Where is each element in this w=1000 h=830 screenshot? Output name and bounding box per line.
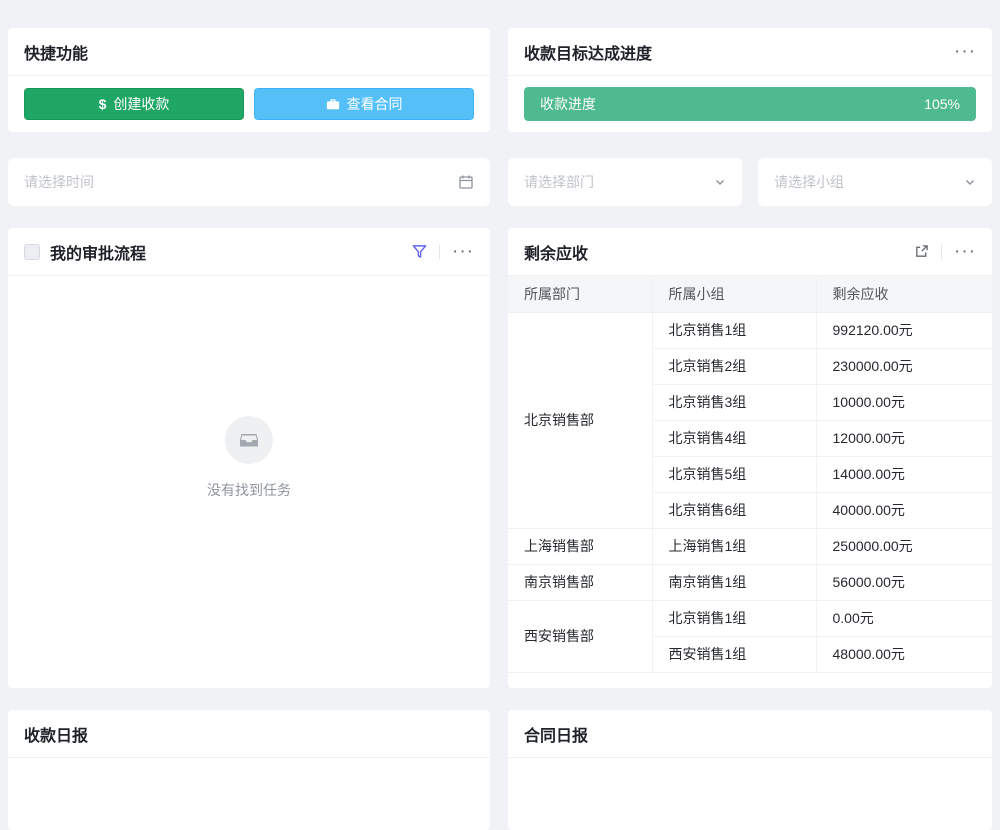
view-contract-label: 查看合同 (347, 94, 403, 114)
progress-bar-fill: 收款进度 105% (524, 87, 976, 121)
contract-daily-header: 合同日报 (508, 710, 992, 758)
quick-actions-body: $ 创建收款 查看合同 (8, 76, 490, 132)
department-cell: 上海销售部 (508, 528, 652, 564)
receivables-more-icon[interactable]: ··· (954, 242, 976, 261)
group-cell: 北京销售1组 (652, 312, 816, 348)
chevron-down-icon (714, 176, 726, 188)
header-department: 所属部门 (508, 276, 652, 312)
quick-actions-header: 快捷功能 (8, 28, 490, 76)
group-cell: 北京销售3组 (652, 384, 816, 420)
payment-daily-header: 收款日报 (8, 710, 490, 758)
receivables-title: 剩余应收 (524, 240, 588, 264)
external-link-icon[interactable] (914, 244, 929, 259)
quick-actions-title: 快捷功能 (24, 40, 88, 64)
group-cell: 北京销售1组 (652, 600, 816, 636)
create-payment-button[interactable]: $ 创建收款 (24, 88, 244, 120)
group-cell: 西安销售1组 (652, 636, 816, 672)
group-cell: 北京销售2组 (652, 348, 816, 384)
view-contract-button[interactable]: 查看合同 (254, 88, 474, 120)
chevron-down-icon (964, 176, 976, 188)
receivables-table-body: 北京销售部北京销售1组992120.00元北京销售2组230000.00元北京销… (508, 312, 992, 672)
group-cell: 北京销售4组 (652, 420, 816, 456)
receivable-row: 西安销售部北京销售1组0.00元 (508, 600, 992, 636)
receivables-header: 剩余应收 ··· (508, 228, 992, 276)
receivable-row: 南京销售部南京销售1组56000.00元 (508, 564, 992, 600)
contract-daily-card: 合同日报 (508, 710, 992, 830)
selects-row: 请选择部门 请选择小组 (508, 158, 992, 206)
amount-cell: 48000.00元 (816, 636, 992, 672)
header-amount: 剩余应收 (816, 276, 992, 312)
amount-cell: 230000.00元 (816, 348, 992, 384)
progress-bar-value: 105% (924, 96, 960, 112)
receivables-table: 所属部门 所属小组 剩余应收 北京销售部北京销售1组992120.00元北京销售… (508, 276, 992, 673)
group-cell: 北京销售5组 (652, 456, 816, 492)
quick-actions-card: 快捷功能 $ 创建收款 查看合同 (8, 28, 490, 132)
dollar-icon: $ (99, 96, 107, 112)
department-select-placeholder: 请选择部门 (524, 172, 706, 192)
approval-card: 我的审批流程 ··· 没有找 (8, 228, 490, 688)
create-payment-label: 创建收款 (113, 94, 169, 114)
group-cell: 南京销售1组 (652, 564, 816, 600)
amount-cell: 0.00元 (816, 600, 992, 636)
amount-cell: 12000.00元 (816, 420, 992, 456)
time-picker-input[interactable] (24, 174, 450, 190)
amount-cell: 992120.00元 (816, 312, 992, 348)
briefcase-icon (326, 97, 340, 111)
department-cell: 西安销售部 (508, 600, 652, 672)
department-select[interactable]: 请选择部门 (508, 158, 742, 206)
progress-header: 收款目标达成进度 ··· (508, 28, 992, 76)
progress-bar-track: 收款进度 105% (524, 87, 976, 121)
right-column: 收款目标达成进度 ··· 收款进度 105% 请选择部门 (508, 28, 992, 830)
header-group: 所属小组 (652, 276, 816, 312)
receivable-row: 上海销售部上海销售1组250000.00元 (508, 528, 992, 564)
empty-inbox-circle (225, 416, 273, 464)
progress-title: 收款目标达成进度 (524, 40, 652, 64)
payment-daily-title: 收款日报 (24, 722, 88, 746)
department-cell: 北京销售部 (508, 312, 652, 528)
progress-bar-label: 收款进度 (540, 94, 596, 114)
inbox-icon (237, 428, 261, 452)
amount-cell: 56000.00元 (816, 564, 992, 600)
payment-daily-card: 收款日报 (8, 710, 490, 830)
dashboard: 快捷功能 $ 创建收款 查看合同 (0, 0, 1000, 830)
group-select[interactable]: 请选择小组 (758, 158, 992, 206)
group-cell: 上海销售1组 (652, 528, 816, 564)
amount-cell: 10000.00元 (816, 384, 992, 420)
empty-state-text: 没有找到任务 (207, 480, 291, 500)
calendar-icon (458, 174, 474, 190)
group-select-placeholder: 请选择小组 (774, 172, 956, 192)
receivable-row: 北京销售部北京销售1组992120.00元 (508, 312, 992, 348)
approval-empty-state: 没有找到任务 (8, 252, 490, 664)
progress-more-icon[interactable]: ··· (954, 42, 976, 61)
amount-cell: 250000.00元 (816, 528, 992, 564)
amount-cell: 40000.00元 (816, 492, 992, 528)
table-header-row: 所属部门 所属小组 剩余应收 (508, 276, 992, 312)
department-cell: 南京销售部 (508, 564, 652, 600)
time-picker[interactable] (8, 158, 490, 206)
left-column: 快捷功能 $ 创建收款 查看合同 (8, 28, 490, 830)
progress-card: 收款目标达成进度 ··· 收款进度 105% (508, 28, 992, 132)
header-divider (941, 245, 942, 259)
contract-daily-title: 合同日报 (524, 722, 588, 746)
amount-cell: 14000.00元 (816, 456, 992, 492)
progress-body: 收款进度 105% (508, 76, 992, 132)
receivables-card: 剩余应收 ··· (508, 228, 992, 688)
group-cell: 北京销售6组 (652, 492, 816, 528)
